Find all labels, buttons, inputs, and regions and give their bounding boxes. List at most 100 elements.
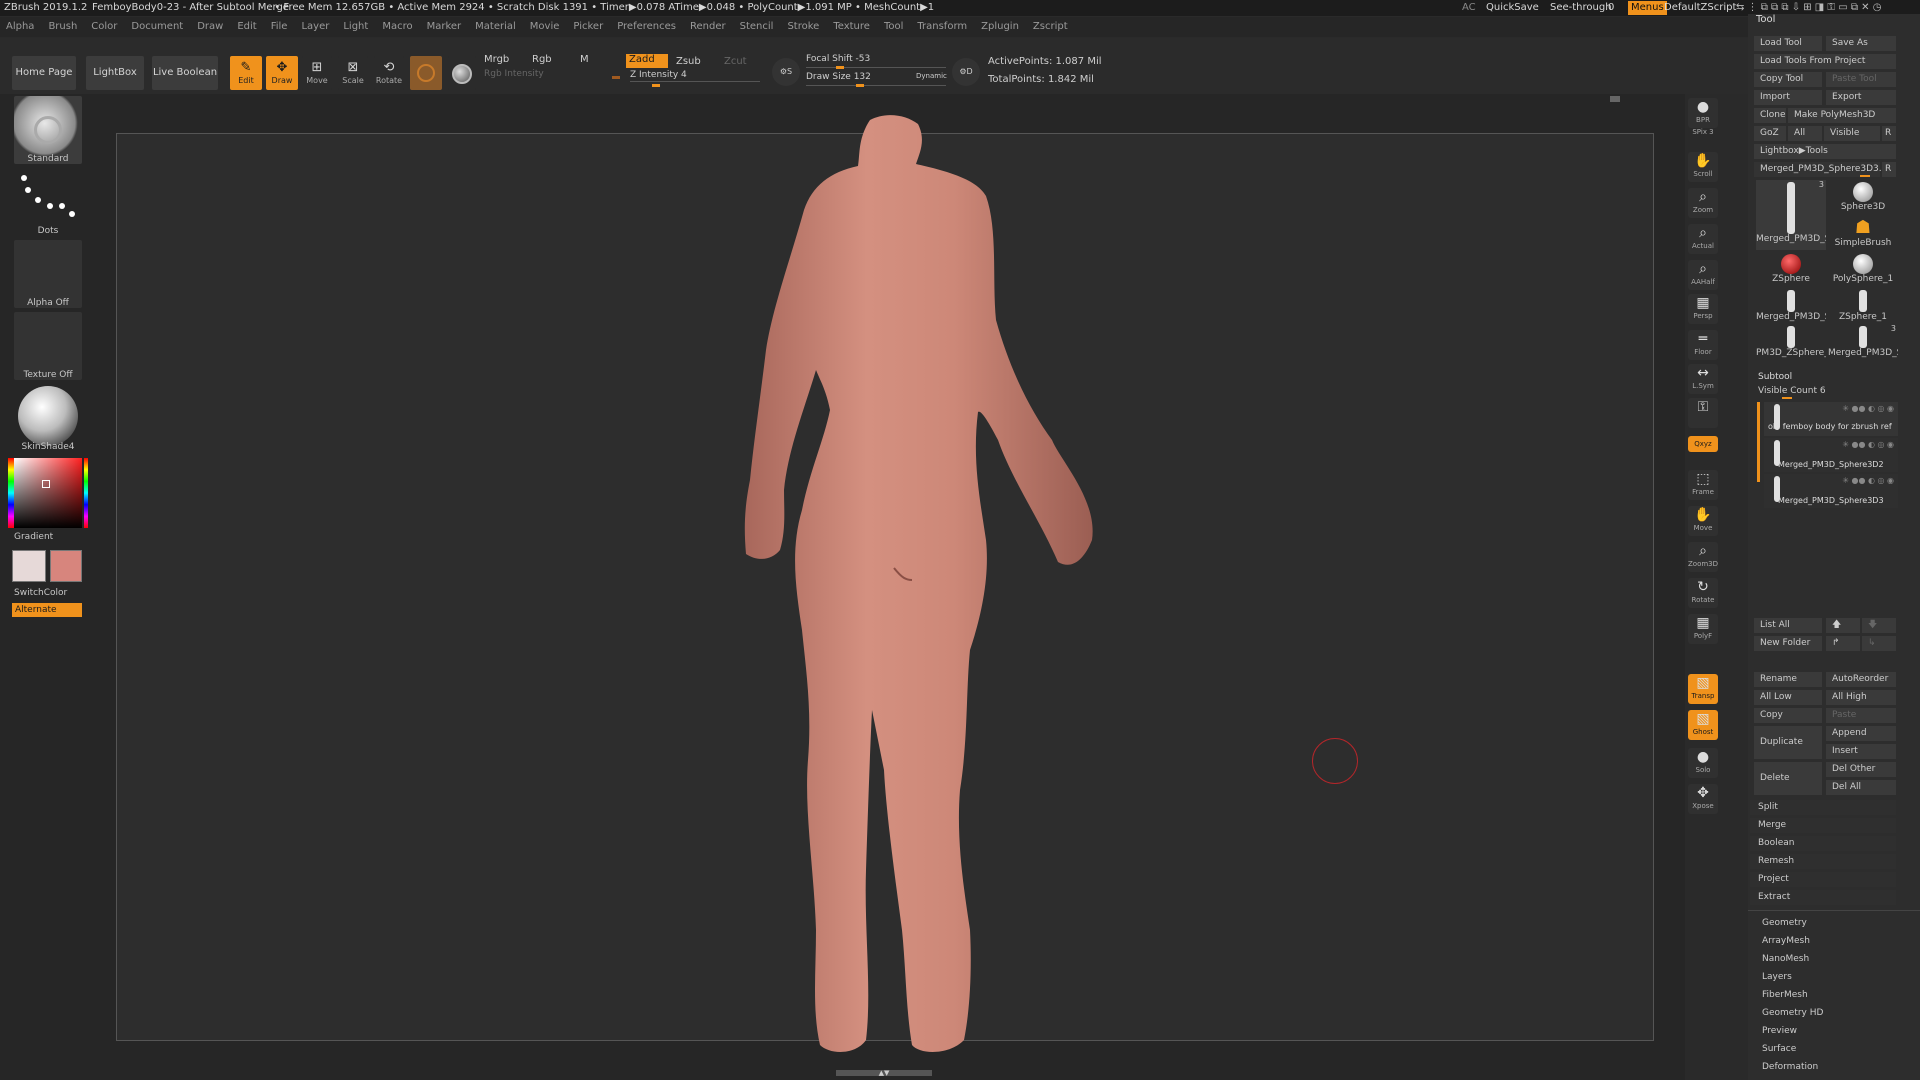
menus-toggle[interactable]: Menus bbox=[1628, 1, 1667, 15]
right-shelf-xpose-button[interactable]: ✥ Xpose bbox=[1688, 784, 1718, 814]
tool-slot[interactable]: Merged_PM3D_S 3 bbox=[1828, 324, 1898, 359]
subtool-row[interactable]: ✳ ●● ◐ ◎ ◉ old femboy body for zbrush ref bbox=[1764, 402, 1898, 436]
tool-slot[interactable]: PolySphere_1 bbox=[1828, 252, 1898, 287]
right-shelf-qxyz-button[interactable]: Qxyz bbox=[1688, 436, 1718, 452]
menu-light[interactable]: Light bbox=[343, 21, 368, 32]
subtool-visibility-icons[interactable]: ✳ ●● ◐ ◎ ◉ bbox=[1842, 476, 1894, 485]
tool-slot[interactable]: ☗ SimpleBrush bbox=[1828, 216, 1898, 251]
boolean-subpalette[interactable]: Boolean bbox=[1750, 836, 1896, 851]
switchcolor-button[interactable]: SwitchColor bbox=[14, 588, 82, 598]
z-intensity-slider[interactable]: Z Intensity 4 bbox=[630, 70, 760, 82]
subtool-row[interactable]: ✳ ●● ◐ ◎ ◉ Merged_PM3D_Sphere3D3 bbox=[1764, 474, 1898, 508]
deformation-subpalette[interactable]: Deformation bbox=[1754, 1060, 1818, 1075]
menu-alpha[interactable]: Alpha bbox=[6, 21, 34, 32]
main-color-swatch[interactable] bbox=[12, 550, 46, 582]
paste-subtool-button[interactable]: Paste bbox=[1826, 708, 1896, 723]
all-low-button[interactable]: All Low bbox=[1754, 690, 1822, 705]
right-shelf-scroll-button[interactable]: ✋ Scroll bbox=[1688, 152, 1718, 182]
layers-subpalette[interactable]: Layers bbox=[1754, 970, 1792, 985]
menu-zplugin[interactable]: Zplugin bbox=[981, 21, 1019, 32]
gizmo-toggle[interactable] bbox=[448, 56, 476, 90]
right-shelf-zoom3d-button[interactable]: ⌕ Zoom3D bbox=[1688, 542, 1718, 572]
current-tool-r-button[interactable]: R bbox=[1882, 162, 1896, 177]
goz-all-button[interactable]: All bbox=[1788, 126, 1822, 141]
folder-move-button[interactable]: ↱ bbox=[1826, 636, 1860, 651]
right-shelf-l-sym-button[interactable]: ↔ L.Sym bbox=[1688, 364, 1718, 394]
menu-brush[interactable]: Brush bbox=[48, 21, 77, 32]
right-shelf-solo-button[interactable]: ● Solo bbox=[1688, 748, 1718, 778]
subtool-visibility-icons[interactable]: ✳ ●● ◐ ◎ ◉ bbox=[1842, 440, 1894, 449]
copy-tool-button[interactable]: Copy Tool bbox=[1754, 72, 1822, 87]
menu-document[interactable]: Document bbox=[131, 21, 183, 32]
arraymesh-subpalette[interactable]: ArrayMesh bbox=[1754, 934, 1810, 949]
tool-slot[interactable]: Sphere3D bbox=[1828, 180, 1898, 215]
menu-tool[interactable]: Tool bbox=[884, 21, 903, 32]
save-as-button[interactable]: Save As bbox=[1826, 36, 1896, 51]
right-shelf-move-button[interactable]: ✋ Move bbox=[1688, 506, 1718, 536]
lightbox-button[interactable]: LightBox bbox=[86, 56, 144, 90]
tool-slot[interactable]: PM3D_ZSphere_ bbox=[1756, 324, 1826, 359]
insert-button[interactable]: Insert bbox=[1826, 744, 1896, 759]
alternate-button[interactable]: Alternate bbox=[12, 603, 82, 617]
folder-move-alt-button[interactable]: ↳ bbox=[1862, 636, 1896, 651]
draw-size-slider[interactable]: Draw Size 132 bbox=[806, 72, 906, 84]
right-shelf-spix-3-button[interactable]: SPix 3 bbox=[1688, 128, 1718, 144]
fibermesh-subpalette[interactable]: FiberMesh bbox=[1754, 988, 1808, 1003]
move-mode-button[interactable]: ⊞ Move bbox=[302, 56, 332, 90]
quicksave-button[interactable]: QuickSave bbox=[1486, 0, 1539, 16]
lightbox-tools-button[interactable]: Lightbox▶Tools bbox=[1754, 144, 1896, 159]
delete-button[interactable]: Delete bbox=[1754, 762, 1822, 795]
menu-layer[interactable]: Layer bbox=[301, 21, 329, 32]
focal-shift-slider[interactable]: Focal Shift -53 bbox=[806, 54, 946, 66]
viewport-scroll-handle[interactable] bbox=[1610, 96, 1620, 102]
draw-mode-button[interactable]: ✥ Draw bbox=[266, 56, 298, 90]
scale-mode-button[interactable]: ⊠ Scale bbox=[338, 56, 368, 90]
menu-macro[interactable]: Macro bbox=[382, 21, 412, 32]
load-tool-button[interactable]: Load Tool bbox=[1754, 36, 1822, 51]
edit-mode-button[interactable]: ✎ Edit bbox=[230, 56, 262, 90]
right-shelf-polyf-button[interactable]: ▦ PolyF bbox=[1688, 614, 1718, 644]
nanomesh-subpalette[interactable]: NanoMesh bbox=[1754, 952, 1809, 967]
material-swatch-button[interactable] bbox=[410, 56, 442, 90]
remesh-subpalette[interactable]: Remesh bbox=[1750, 854, 1896, 869]
menu-preferences[interactable]: Preferences bbox=[617, 21, 676, 32]
menu-texture[interactable]: Texture bbox=[833, 21, 870, 32]
geometry-subpalette[interactable]: Geometry bbox=[1754, 916, 1807, 931]
make-polymesh-button[interactable]: Make PolyMesh3D bbox=[1788, 108, 1896, 123]
list-all-button[interactable]: List All bbox=[1754, 618, 1822, 633]
mrgb-button[interactable]: Mrgb bbox=[484, 54, 512, 68]
menu-movie[interactable]: Movie bbox=[530, 21, 560, 32]
menu-draw[interactable]: Draw bbox=[197, 21, 223, 32]
import-button[interactable]: Import bbox=[1754, 90, 1822, 105]
menu-material[interactable]: Material bbox=[475, 21, 516, 32]
split-subpalette[interactable]: Split bbox=[1750, 800, 1896, 815]
subtool-header[interactable]: Subtool bbox=[1750, 370, 1792, 385]
right-shelf-floor-button[interactable]: ═ Floor bbox=[1688, 330, 1718, 360]
tool-slot[interactable]: ZSphere bbox=[1756, 252, 1826, 287]
see-through-slider[interactable]: See-through bbox=[1550, 0, 1612, 16]
lazy-mouse-d-icon[interactable]: ⚙D bbox=[952, 58, 980, 86]
menu-render[interactable]: Render bbox=[690, 21, 726, 32]
surface-subpalette[interactable]: Surface bbox=[1754, 1042, 1796, 1057]
right-shelf-transp-button[interactable]: ▧ Transp bbox=[1688, 674, 1718, 704]
right-shelf-ghost-button[interactable]: ▧ Ghost bbox=[1688, 710, 1718, 740]
menu-zscript[interactable]: Zscript bbox=[1033, 21, 1068, 32]
tool-slot[interactable]: ZSphere_1 bbox=[1828, 288, 1898, 323]
color-picker[interactable] bbox=[14, 458, 82, 528]
right-shelf-aahalf-button[interactable]: ⌕ AAHalf bbox=[1688, 260, 1718, 290]
menu-file[interactable]: File bbox=[271, 21, 288, 32]
subtool-row[interactable]: ✳ ●● ◐ ◎ ◉ Merged_PM3D_Sphere3D2 bbox=[1764, 438, 1898, 472]
sculpt-model[interactable] bbox=[680, 110, 1120, 1060]
subtool-visibility-icons[interactable]: ✳ ●● ◐ ◎ ◉ bbox=[1842, 404, 1894, 413]
right-shelf-zoom-button[interactable]: ⌕ Zoom bbox=[1688, 188, 1718, 218]
copy-subtool-button[interactable]: Copy bbox=[1754, 708, 1822, 723]
tool-slot[interactable]: Merged_PM3D_S bbox=[1756, 288, 1826, 323]
merge-subpalette[interactable]: Merge bbox=[1750, 818, 1896, 833]
tool-slot[interactable]: Merged_PM3D_S 3 bbox=[1756, 180, 1826, 250]
right-shelf-frame-button[interactable]: ⬚ Frame bbox=[1688, 470, 1718, 500]
zsub-button[interactable]: Zsub bbox=[676, 56, 706, 70]
all-high-button[interactable]: All High bbox=[1826, 690, 1896, 705]
geometry-hd-subpalette[interactable]: Geometry HD bbox=[1754, 1006, 1823, 1021]
del-all-button[interactable]: Del All bbox=[1826, 780, 1896, 795]
right-shelf-rotate-button[interactable]: ↻ Rotate bbox=[1688, 578, 1718, 608]
